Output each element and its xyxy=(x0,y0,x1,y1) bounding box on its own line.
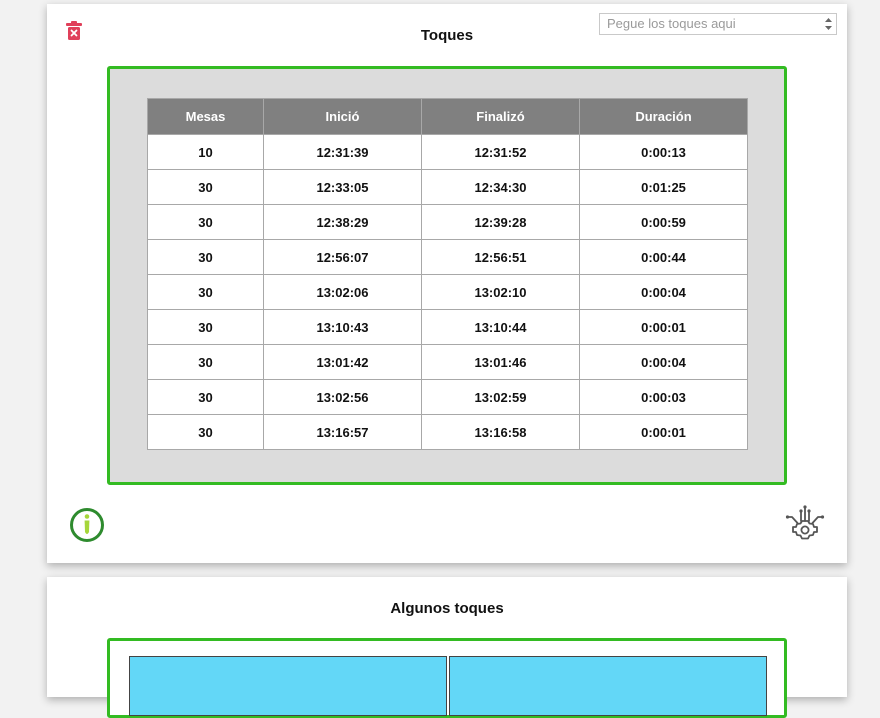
cell-finalizo: 13:02:59 xyxy=(421,379,580,415)
cell-duracion: 0:00:01 xyxy=(579,309,748,345)
paste-toques-input[interactable] xyxy=(600,14,820,34)
cell-inicio: 13:10:43 xyxy=(263,309,422,345)
spinner-arrows-icon[interactable] xyxy=(824,16,833,32)
table-header-row: Mesas Inició Finalizó Duración xyxy=(147,98,748,135)
cell-mesas: 30 xyxy=(147,239,264,275)
column-header-duracion[interactable]: Duración xyxy=(579,98,748,135)
circuit-gear-icon[interactable] xyxy=(784,503,826,545)
column-header-finalizo[interactable]: Finalizó xyxy=(421,98,580,135)
toques-table: Mesas Inició Finalizó Duración 10 12:31:… xyxy=(147,98,748,450)
cell-inicio: 13:01:42 xyxy=(263,344,422,380)
cell-duracion: 0:00:03 xyxy=(579,379,748,415)
cell-mesas: 30 xyxy=(147,344,264,380)
toque-column[interactable] xyxy=(449,656,767,716)
table-row: 10 12:31:39 12:31:52 0:00:13 xyxy=(147,134,748,170)
cell-finalizo: 12:56:51 xyxy=(421,239,580,275)
cell-inicio: 13:02:06 xyxy=(263,274,422,310)
cell-duracion: 0:00:44 xyxy=(579,239,748,275)
cell-finalizo: 12:34:30 xyxy=(421,169,580,205)
info-icon[interactable] xyxy=(69,507,105,543)
cell-mesas: 30 xyxy=(147,414,264,450)
cell-inicio: 13:16:57 xyxy=(263,414,422,450)
cell-finalizo: 12:39:28 xyxy=(421,204,580,240)
algunos-toques-panel: Algunos toques xyxy=(47,577,847,718)
cell-inicio: 13:02:56 xyxy=(263,379,422,415)
cell-mesas: 30 xyxy=(147,379,264,415)
algunos-toques-frame xyxy=(107,638,787,718)
cell-duracion: 0:00:04 xyxy=(579,344,748,380)
paste-toques-input-box[interactable] xyxy=(599,13,837,35)
cell-inicio: 12:38:29 xyxy=(263,204,422,240)
cell-duracion: 0:00:13 xyxy=(579,134,748,170)
toques-table-frame: Mesas Inició Finalizó Duración 10 12:31:… xyxy=(107,66,787,485)
column-header-mesas[interactable]: Mesas xyxy=(147,98,264,135)
cell-finalizo: 12:31:52 xyxy=(421,134,580,170)
table-row: 30 13:16:57 13:16:58 0:00:01 xyxy=(147,414,748,450)
cell-finalizo: 13:16:58 xyxy=(421,414,580,450)
cell-finalizo: 13:02:10 xyxy=(421,274,580,310)
cell-inicio: 12:33:05 xyxy=(263,169,422,205)
toques-panel: Toques Mesas Inició Finalizó Duración 10… xyxy=(47,4,847,563)
cell-mesas: 30 xyxy=(147,204,264,240)
cell-inicio: 12:31:39 xyxy=(263,134,422,170)
cell-duracion: 0:01:25 xyxy=(579,169,748,205)
table-row: 30 13:10:43 13:10:44 0:00:01 xyxy=(147,309,748,345)
column-header-inicio[interactable]: Inició xyxy=(263,98,422,135)
table-row: 30 12:38:29 12:39:28 0:00:59 xyxy=(147,204,748,240)
table-row: 30 13:02:06 13:02:10 0:00:04 xyxy=(147,274,748,310)
section-title: Algunos toques xyxy=(390,600,504,617)
toque-column[interactable] xyxy=(129,656,447,716)
table-row: 30 13:02:56 13:02:59 0:00:03 xyxy=(147,379,748,415)
cell-duracion: 0:00:01 xyxy=(579,414,748,450)
cell-finalizo: 13:01:46 xyxy=(421,344,580,380)
cell-inicio: 12:56:07 xyxy=(263,239,422,275)
table-row: 30 12:56:07 12:56:51 0:00:44 xyxy=(147,239,748,275)
table-row: 30 12:33:05 12:34:30 0:01:25 xyxy=(147,169,748,205)
cell-mesas: 30 xyxy=(147,309,264,345)
table-row: 30 13:01:42 13:01:46 0:00:04 xyxy=(147,344,748,380)
cell-finalizo: 13:10:44 xyxy=(421,309,580,345)
cell-duracion: 0:00:04 xyxy=(579,274,748,310)
cell-mesas: 30 xyxy=(147,274,264,310)
cell-mesas: 10 xyxy=(147,134,264,170)
cell-duracion: 0:00:59 xyxy=(579,204,748,240)
cell-mesas: 30 xyxy=(147,169,264,205)
